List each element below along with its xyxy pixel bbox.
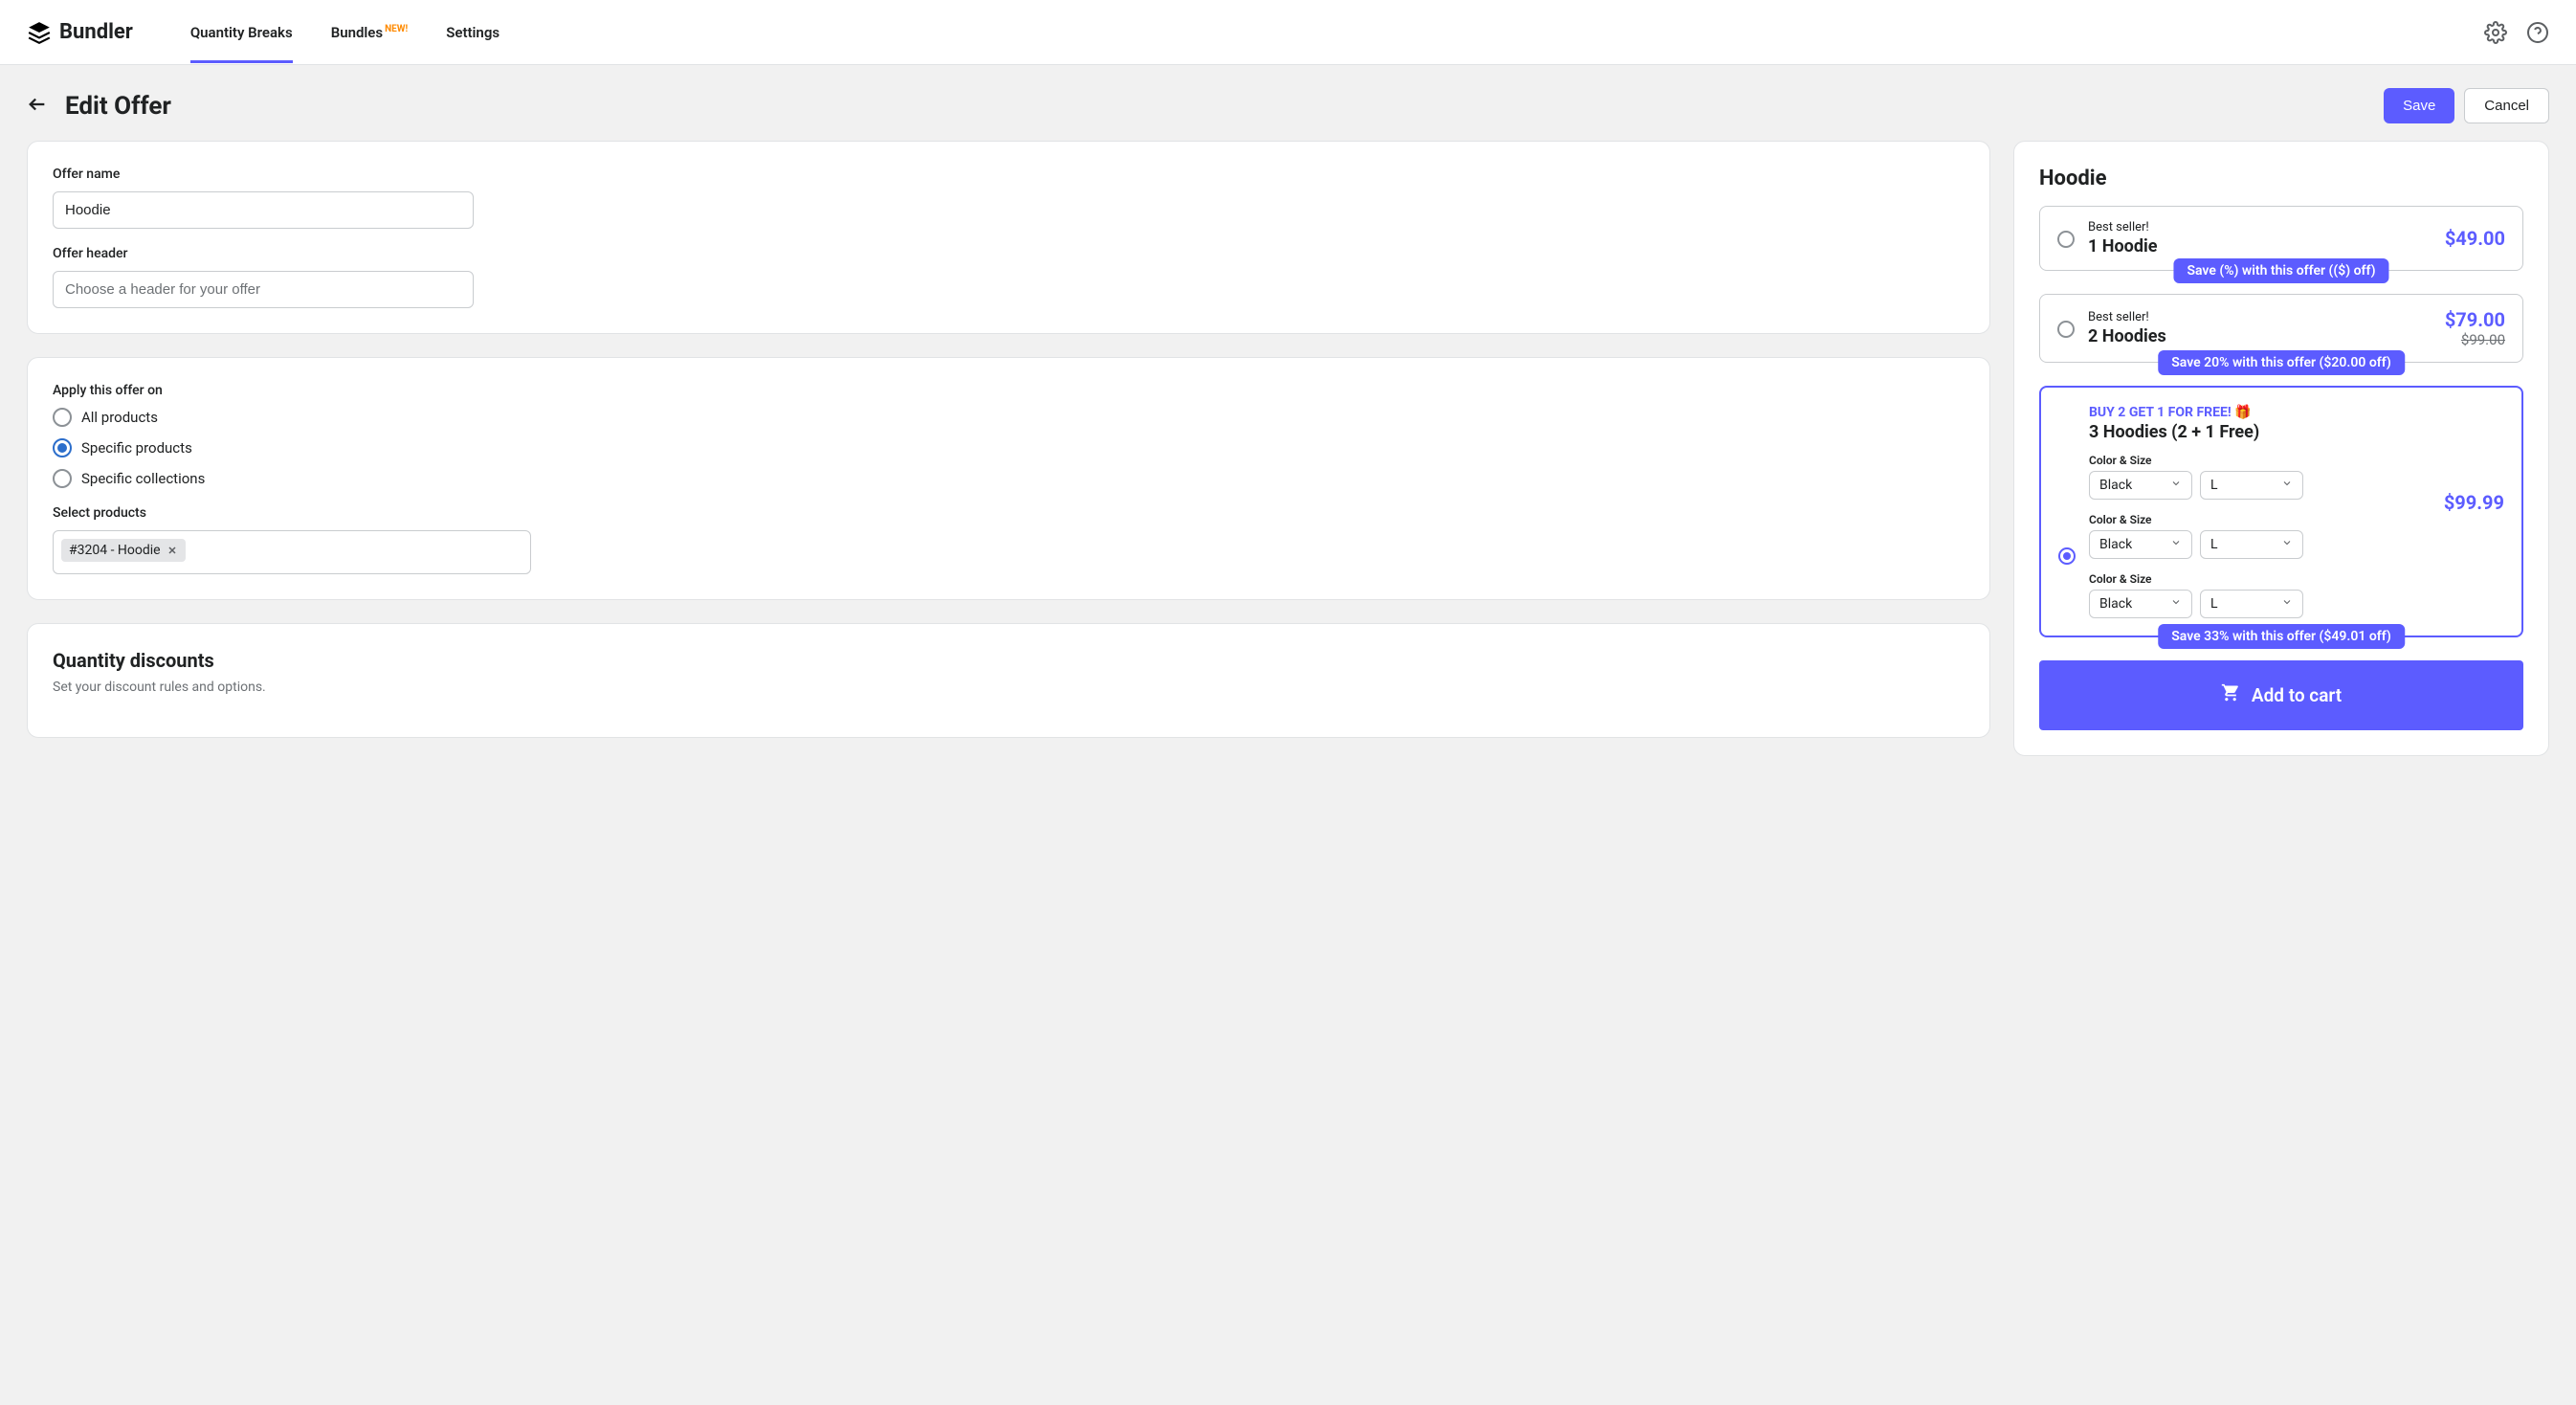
settings-icon[interactable] bbox=[2484, 21, 2507, 44]
tier-promo: BUY 2 GET 1 FOR FREE! 🎁 bbox=[2089, 405, 2431, 420]
tier-option-1[interactable]: Best seller! 1 Hoodie $49.00 Save (%) wi… bbox=[2039, 206, 2523, 271]
offer-basics-card: Offer name Offer header bbox=[27, 141, 1990, 334]
radio-all-products[interactable]: All products bbox=[53, 408, 1965, 427]
main-nav: Quantity Breaks BundlesNEW! Settings bbox=[190, 3, 500, 62]
radio-icon bbox=[2057, 321, 2075, 338]
brand-logo: Bundler bbox=[27, 20, 133, 45]
quantity-discounts-card: Quantity discounts Set your discount rul… bbox=[27, 623, 1990, 738]
radio-specific-collections[interactable]: Specific collections bbox=[53, 469, 1965, 488]
apply-on-card: Apply this offer on All products Specifi… bbox=[27, 357, 1990, 600]
offer-name-label: Offer name bbox=[53, 167, 1965, 182]
brand-name: Bundler bbox=[59, 20, 133, 44]
chevron-down-icon bbox=[2170, 478, 2182, 493]
offer-name-input[interactable] bbox=[53, 191, 474, 229]
back-button[interactable] bbox=[27, 94, 48, 119]
save-badge: Save 20% with this offer ($20.00 off) bbox=[2158, 350, 2405, 375]
new-badge: NEW! bbox=[385, 24, 408, 34]
select-products-label: Select products bbox=[53, 505, 1965, 521]
top-nav: Bundler Quantity Breaks BundlesNEW! Sett… bbox=[0, 0, 2576, 65]
nav-bundles[interactable]: BundlesNEW! bbox=[331, 3, 409, 62]
size-select[interactable]: L bbox=[2200, 471, 2303, 500]
radio-icon bbox=[53, 438, 72, 457]
tier-tag: Best seller! bbox=[2088, 310, 2432, 324]
radio-specific-products[interactable]: Specific products bbox=[53, 438, 1965, 457]
offer-header-input[interactable] bbox=[53, 271, 474, 308]
tier-old-price: $99.00 bbox=[2461, 331, 2505, 348]
save-badge: Save 33% with this offer ($49.01 off) bbox=[2158, 624, 2405, 649]
tier-tag: Best seller! bbox=[2088, 220, 2432, 234]
cancel-button[interactable]: Cancel bbox=[2464, 88, 2549, 123]
tier-price: $99.99 bbox=[2444, 405, 2504, 618]
chevron-down-icon bbox=[2170, 537, 2182, 552]
tier-option-2[interactable]: Best seller! 2 Hoodies $79.00 $99.00 Sav… bbox=[2039, 294, 2523, 363]
variant-label: Color & Size bbox=[2089, 454, 2431, 467]
variant-row: Color & Size Black L bbox=[2089, 513, 2431, 559]
size-select[interactable]: L bbox=[2200, 590, 2303, 618]
offer-header-label: Offer header bbox=[53, 246, 1965, 261]
variant-row: Color & Size Black L bbox=[2089, 454, 2431, 500]
radio-icon bbox=[2057, 231, 2075, 248]
radio-icon bbox=[2058, 547, 2076, 565]
variant-row: Color & Size Black L bbox=[2089, 572, 2431, 618]
help-icon[interactable] bbox=[2526, 21, 2549, 44]
radio-icon bbox=[53, 469, 72, 488]
tier-option-3[interactable]: BUY 2 GET 1 FOR FREE! 🎁 3 Hoodies (2 + 1… bbox=[2039, 386, 2523, 637]
quantity-discounts-sub: Set your discount rules and options. bbox=[53, 680, 1965, 695]
tier-name: 2 Hoodies bbox=[2088, 326, 2432, 346]
preview-card: Hoodie Best seller! 1 Hoodie $49.00 Save… bbox=[2013, 141, 2549, 756]
nav-quantity-breaks[interactable]: Quantity Breaks bbox=[190, 3, 293, 62]
preview-title: Hoodie bbox=[2039, 167, 2523, 190]
add-to-cart-button[interactable]: Add to cart bbox=[2039, 660, 2523, 730]
chevron-down-icon bbox=[2281, 537, 2293, 552]
color-select[interactable]: Black bbox=[2089, 471, 2192, 500]
cart-icon bbox=[2221, 683, 2240, 707]
size-select[interactable]: L bbox=[2200, 530, 2303, 559]
chevron-down-icon bbox=[2281, 596, 2293, 612]
save-button[interactable]: Save bbox=[2384, 88, 2454, 123]
remove-tag-icon[interactable] bbox=[167, 545, 178, 556]
selected-product-tag: #3204 - Hoodie bbox=[61, 539, 186, 562]
variant-label: Color & Size bbox=[2089, 513, 2431, 526]
logo-icon bbox=[27, 20, 52, 45]
tier-price: $79.00 bbox=[2445, 308, 2505, 331]
chevron-down-icon bbox=[2170, 596, 2182, 612]
quantity-discounts-title: Quantity discounts bbox=[53, 649, 1965, 672]
page-title: Edit Offer bbox=[65, 92, 171, 121]
tier-name: 1 Hoodie bbox=[2088, 236, 2432, 256]
color-select[interactable]: Black bbox=[2089, 590, 2192, 618]
save-badge: Save (%) with this offer (($) off) bbox=[2173, 258, 2388, 283]
tier-price: $49.00 bbox=[2445, 227, 2505, 250]
page-header: Edit Offer Save Cancel bbox=[0, 65, 2576, 141]
nav-settings[interactable]: Settings bbox=[446, 3, 500, 62]
chevron-down-icon bbox=[2281, 478, 2293, 493]
variant-label: Color & Size bbox=[2089, 572, 2431, 586]
product-select-input[interactable]: #3204 - Hoodie bbox=[53, 530, 531, 574]
color-select[interactable]: Black bbox=[2089, 530, 2192, 559]
tier-name: 3 Hoodies (2 + 1 Free) bbox=[2089, 422, 2431, 442]
radio-icon bbox=[53, 408, 72, 427]
apply-label: Apply this offer on bbox=[53, 383, 1965, 398]
